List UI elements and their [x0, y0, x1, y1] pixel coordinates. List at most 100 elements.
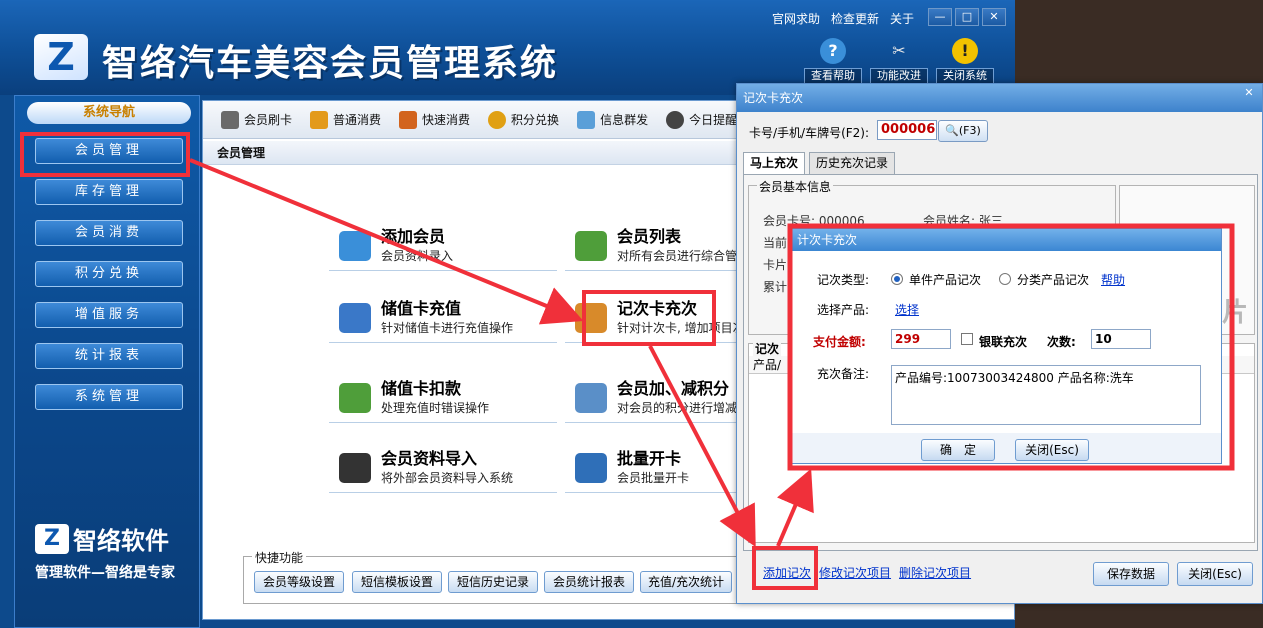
tab-recharge-history[interactable]: 历史充次记录 — [809, 152, 896, 174]
shortcut-member-level[interactable]: 会员等级设置 — [254, 571, 344, 593]
func-add-member[interactable]: 添加会员 会员资料录入 — [329, 219, 557, 271]
shortcut-panel: 快捷功能 会员等级设置 短信模板设置 短信历史记录 会员统计报表 充值/充次统计 — [243, 549, 763, 604]
top-link-check-update[interactable]: 检查更新 — [831, 10, 879, 27]
quick-mass-message[interactable]: 信息群发 — [577, 110, 648, 129]
sidebar-item-reports[interactable]: 统计报表 — [35, 343, 183, 369]
tab-recharge-now[interactable]: 马上充次 — [743, 152, 806, 175]
member-info-legend: 会员基本信息 — [757, 178, 834, 195]
radio-single-product[interactable] — [891, 273, 903, 285]
add-member-icon — [339, 231, 371, 261]
clock-icon — [666, 110, 685, 129]
batch-card-icon — [575, 453, 607, 483]
sidebar-item-member-management[interactable]: 会员管理 — [35, 138, 183, 164]
pay-label: 支付金额: — [813, 335, 866, 349]
warning-icon: ! — [952, 38, 978, 64]
stored-card-icon — [339, 303, 371, 333]
quick-points-exchange[interactable]: 积分兑换 — [488, 110, 559, 129]
maximize-button[interactable]: □ — [955, 8, 979, 26]
deduct-icon — [339, 383, 371, 413]
unionpay-label: 银联充次 — [979, 335, 1028, 349]
top-link-about[interactable]: 关于 — [890, 10, 914, 27]
sidebar-item-consumption[interactable]: 会员消费 — [35, 220, 183, 246]
tool-help[interactable]: ? 查看帮助 — [804, 38, 862, 84]
add-record-link[interactable]: 添加记次 — [763, 564, 811, 581]
confirm-button[interactable]: 确 定 — [921, 439, 995, 461]
card-label: 卡号/手机/车牌号(F2): — [749, 126, 870, 140]
times-input[interactable]: 10 — [1091, 329, 1151, 349]
app-title: 智络汽车美容会员管理系统 — [102, 43, 559, 84]
tools-icon: ✂ — [892, 41, 906, 60]
quick-fast-consume[interactable]: 快速消费 — [399, 110, 470, 129]
dialog-title: 记次卡充次 — [737, 84, 1262, 112]
brand-block: Z 智络软件 管理软件—智络是专家 — [35, 521, 175, 582]
dialog-close-icon[interactable]: ✕ — [1240, 86, 1258, 102]
note-textarea[interactable]: 产品编号:10073003424800 产品名称:洗车 — [891, 365, 1201, 425]
shortcut-recharge-stats[interactable]: 充值/充次统计 — [640, 571, 732, 593]
card-number-input[interactable]: 000006 — [877, 120, 937, 140]
brand-name: 智络软件 — [73, 527, 169, 555]
quick-today-reminder[interactable]: 今日提醒 — [666, 110, 737, 129]
popup-close-button[interactable]: 关闭(Esc) — [1015, 439, 1089, 461]
type-label: 记次类型: — [817, 273, 870, 287]
member-current: 当前 — [763, 236, 788, 250]
dialog-close-button[interactable]: 关闭(Esc) — [1177, 562, 1253, 586]
member-total: 累计 — [763, 280, 788, 294]
func-stored-card-recharge[interactable]: 储值卡充值 针对储值卡进行充值操作 — [329, 291, 557, 343]
tool-improve-label: 功能改进 — [870, 68, 928, 84]
tool-exit-label: 关闭系统 — [936, 68, 994, 84]
card-search-button[interactable]: 🔍(F3) — [938, 120, 988, 142]
quick-card-swipe[interactable]: 会员刷卡 — [221, 110, 292, 129]
radio-category-label: 分类产品记次 — [1017, 273, 1090, 287]
note-label: 充次备注: — [817, 367, 870, 381]
sidebar-item-inventory[interactable]: 库存管理 — [35, 179, 183, 205]
member-card-no: 会员卡号: 000006 — [763, 214, 865, 228]
shortcut-title: 快捷功能 — [252, 549, 307, 566]
search-icon: 🔍 — [945, 124, 959, 137]
window-controls: — □ ✕ — [928, 8, 1006, 26]
brand-slogan: 管理软件—智络是专家 — [35, 565, 175, 581]
count-recharge-popup: 计次卡充次 记次类型: 单件产品记次 分类产品记次 帮助 选择产品: 选择 支付… — [790, 228, 1222, 464]
help-icon: ? — [820, 38, 846, 64]
toolbar-tools: ? 查看帮助 ✂ 功能改进 ! 关闭系统 — [804, 38, 994, 84]
top-links: 官网求助 检查更新 关于 — [772, 10, 914, 27]
points-icon — [575, 383, 607, 413]
pay-amount-input[interactable]: 299 — [891, 329, 951, 349]
card-reader-icon — [221, 110, 239, 129]
quick-consume-icon — [399, 110, 418, 129]
minimize-button[interactable]: — — [928, 8, 952, 26]
times-label: 次数: — [1047, 335, 1076, 349]
points-exchange-icon — [488, 110, 507, 129]
sidebar-nav: 系统导航 会员管理 库存管理 会员消费 积分兑换 增值服务 统计报表 系统管理 … — [14, 95, 200, 628]
records-legend: 记次 — [753, 340, 782, 357]
sidebar-item-value-added[interactable]: 增值服务 — [35, 302, 183, 328]
popup-footer — [791, 433, 1221, 463]
product-label: 选择产品: — [817, 303, 870, 317]
unionpay-checkbox[interactable] — [961, 333, 973, 345]
tool-help-label: 查看帮助 — [804, 68, 862, 84]
tool-improve[interactable]: ✂ 功能改进 — [870, 38, 928, 84]
shortcut-member-report[interactable]: 会员统计报表 — [544, 571, 634, 593]
sidebar-item-points[interactable]: 积分兑换 — [35, 261, 183, 287]
radio-category-product[interactable] — [999, 273, 1011, 285]
close-window-button[interactable]: ✕ — [982, 8, 1006, 26]
app-logo-icon: Z — [34, 34, 88, 80]
dialog-links: 添加记次 修改记次项目 删除记次项目 — [763, 564, 971, 581]
top-link-help-site[interactable]: 官网求助 — [772, 10, 820, 27]
save-data-button[interactable]: 保存数据 — [1093, 562, 1169, 586]
delete-record-link[interactable]: 删除记次项目 — [899, 564, 971, 581]
help-link[interactable]: 帮助 — [1101, 271, 1125, 288]
member-name: 会员姓名: 张三 — [923, 214, 1003, 228]
tool-exit[interactable]: ! 关闭系统 — [936, 38, 994, 84]
radio-single-label: 单件产品记次 — [909, 273, 982, 287]
edit-record-link[interactable]: 修改记次项目 — [819, 564, 891, 581]
shortcut-sms-history[interactable]: 短信历史记录 — [448, 571, 538, 593]
shortcut-sms-template[interactable]: 短信模板设置 — [352, 571, 442, 593]
count-card-icon — [575, 303, 607, 333]
func-member-import[interactable]: 会员资料导入 将外部会员资料导入系统 — [329, 441, 557, 493]
select-product-link[interactable]: 选择 — [895, 301, 919, 318]
sidebar-item-system[interactable]: 系统管理 — [35, 384, 183, 410]
popup-title: 计次卡充次 — [791, 229, 1221, 251]
quick-normal-consume[interactable]: 普通消费 — [310, 110, 381, 129]
func-stored-card-deduct[interactable]: 储值卡扣款 处理充值时错误操作 — [329, 371, 557, 423]
member-card-type: 卡片 — [763, 258, 788, 272]
